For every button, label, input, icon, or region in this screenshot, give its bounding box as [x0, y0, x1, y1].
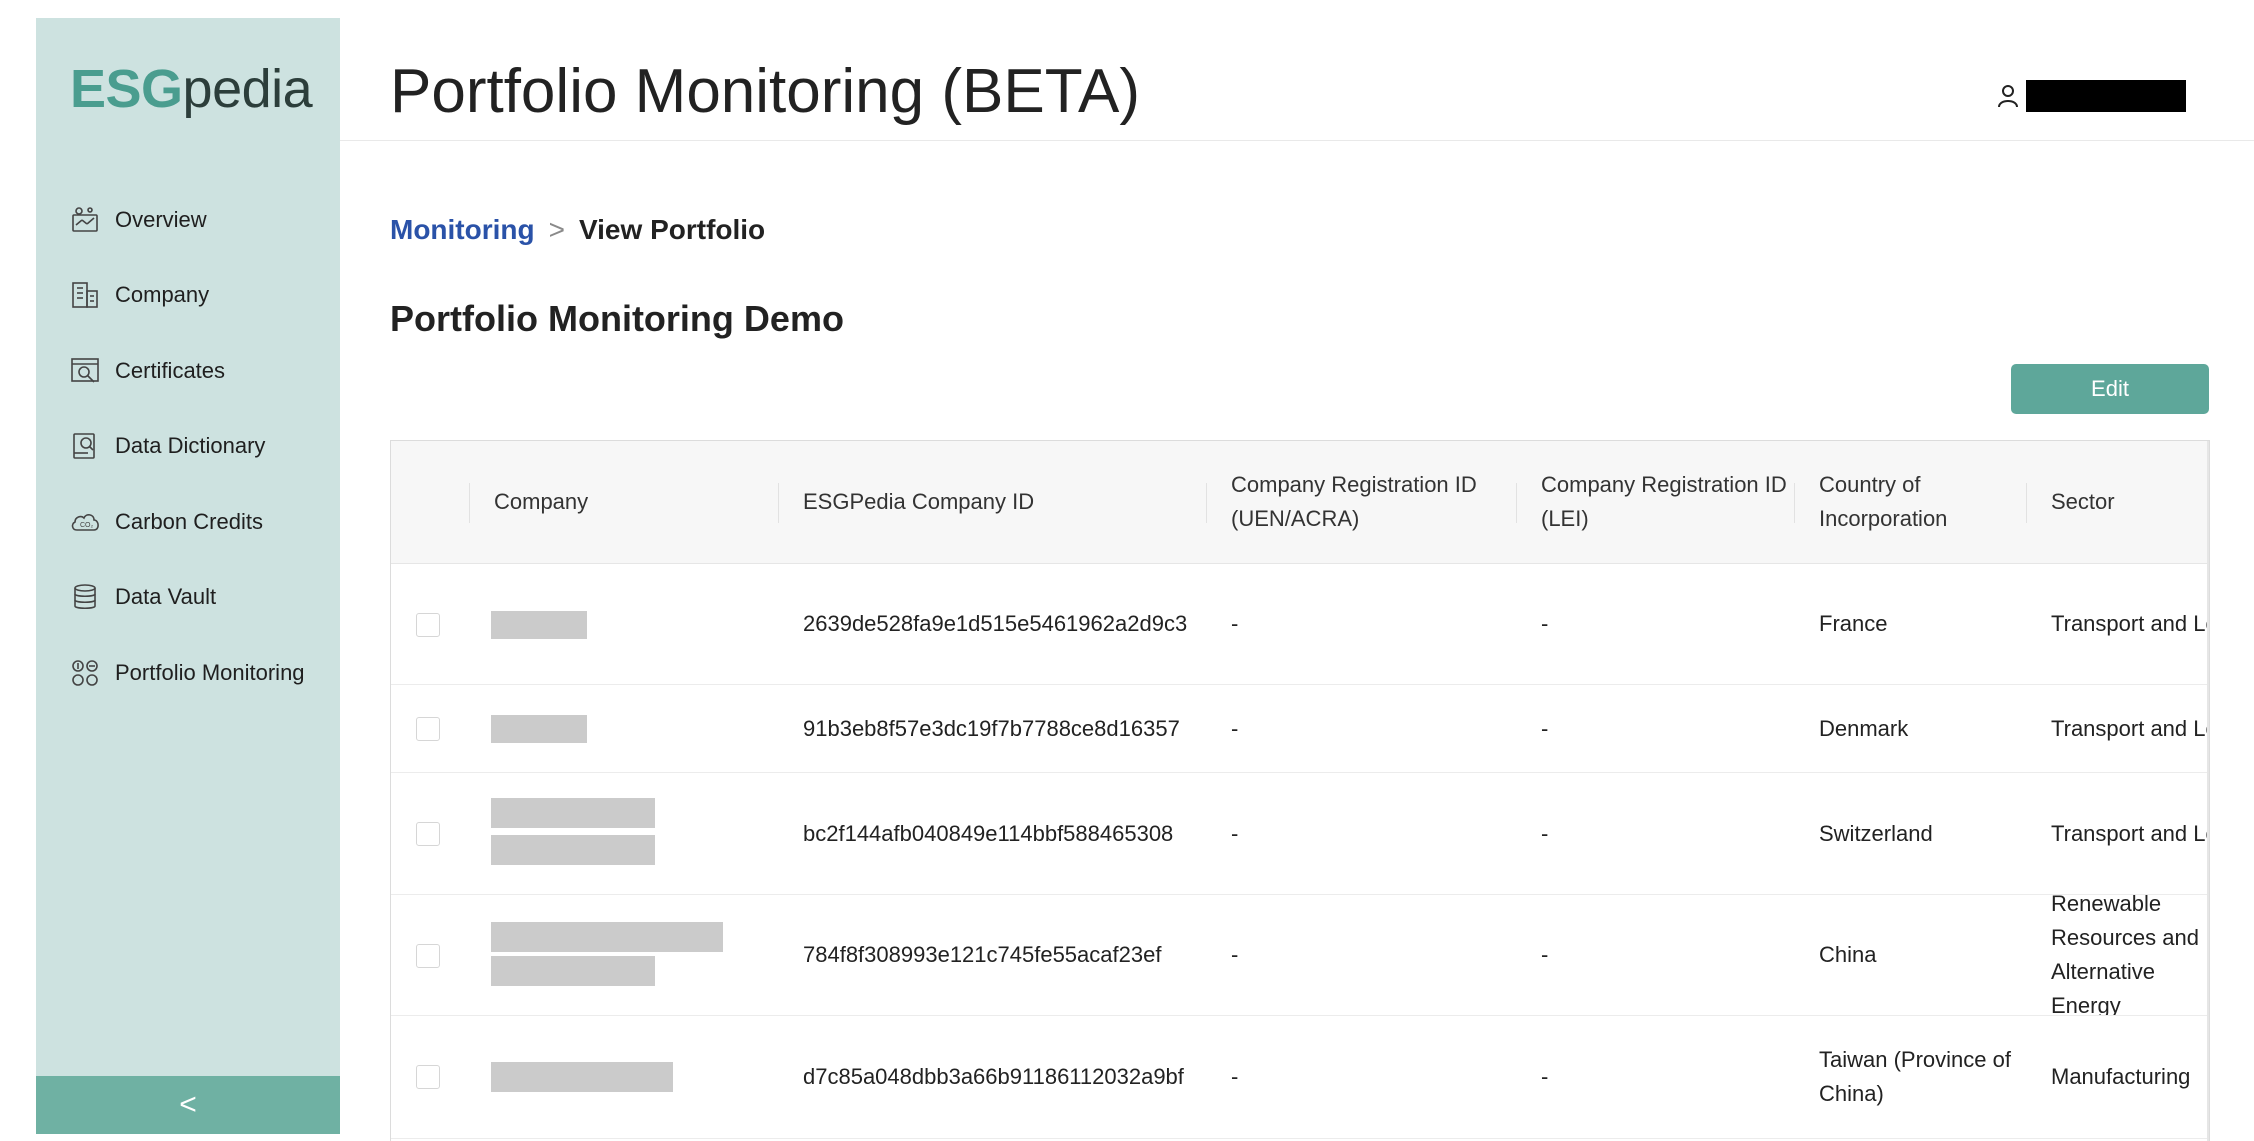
data-dictionary-icon: [68, 429, 102, 463]
carbon-cloud-icon: CO₂: [68, 505, 102, 539]
sidebar-item-overview[interactable]: Overview: [36, 182, 340, 258]
lei-cell: -: [1541, 611, 1549, 636]
sidebar-item-label: Certificates: [115, 357, 226, 383]
uen-cell: -: [1231, 820, 1239, 846]
column-divider: [1794, 483, 1795, 523]
country-cell: Switzerland: [1819, 820, 1933, 846]
column-header-country[interactable]: Country of Incorporation: [1794, 441, 2024, 563]
breadcrumb-separator: >: [548, 214, 565, 245]
breadcrumb-monitoring-link[interactable]: Monitoring: [390, 214, 535, 245]
table-header: Company ESGPedia Company ID Company Regi…: [391, 441, 2209, 564]
user-icon: [1996, 81, 2022, 111]
certificate-icon: [68, 354, 102, 388]
sidebar-item-portfolio-monitoring[interactable]: Portfolio Monitoring: [36, 635, 340, 711]
sector-cell: Renewable Resources and Alternative Ener…: [2051, 895, 2199, 1015]
esgpedia-id-cell: 784f8f308993e121c745fe55acaf23ef: [803, 942, 1162, 967]
table-scroll-edge: [2207, 441, 2209, 1141]
table-row[interactable]: 2639de528fa9e1d515e5461962a2d9c3 - - Fra…: [391, 564, 2209, 685]
row-checkbox[interactable]: [416, 613, 440, 637]
portfolio-table: Company ESGPedia Company ID Company Regi…: [390, 440, 2210, 1141]
lei-cell: -: [1541, 715, 1549, 741]
sector-cell: Transport and Logistics: [2051, 820, 2209, 846]
esgpedia-id-cell: 91b3eb8f57e3dc19f7b7788ce8d16357: [803, 715, 1180, 741]
column-header-sector[interactable]: Sector: [2026, 441, 2209, 563]
portfolio-name: Portfolio Monitoring Demo: [390, 298, 844, 339]
chevron-left-icon: <: [179, 1088, 197, 1121]
redacted-username: [2026, 80, 2186, 112]
table-row[interactable]: bc2f144afb040849e114bbf588465308 - - Swi…: [391, 773, 2209, 895]
sidebar-item-label: Data Vault: [115, 584, 217, 610]
column-divider: [778, 483, 779, 523]
esgpedia-id-cell: bc2f144afb040849e114bbf588465308: [803, 820, 1174, 846]
sidebar-item-company[interactable]: Company: [36, 258, 340, 334]
sidebar-item-label: Portfolio Monitoring: [115, 659, 305, 685]
sidebar-item-data-vault[interactable]: Data Vault: [36, 560, 340, 636]
row-checkbox[interactable]: [416, 1065, 440, 1089]
column-header-lei[interactable]: Company Registration ID (LEI): [1516, 441, 1791, 563]
column-divider: [469, 483, 470, 523]
esgpedia-logo[interactable]: ESGpedia: [70, 58, 313, 120]
sidebar-collapse-button[interactable]: <: [36, 1076, 340, 1134]
sidebar-item-label: Overview: [115, 206, 207, 232]
page-title: Portfolio Monitoring (BETA): [390, 57, 1140, 126]
sidebar-nav: Overview Company Certificates Data Dicti…: [36, 182, 340, 711]
country-cell: France: [1819, 611, 1888, 636]
sidebar-item-label: Company: [115, 282, 210, 308]
country-cell: China: [1819, 942, 1877, 967]
redacted-company-name: [491, 922, 723, 952]
redacted-company-name: [491, 956, 655, 986]
breadcrumb-current: View Portfolio: [578, 214, 766, 245]
lei-cell: -: [1541, 942, 1549, 967]
esgpedia-id-cell: d7c85a048dbb3a66b91186112032a9bf: [803, 1064, 1184, 1089]
esgpedia-id-cell: 2639de528fa9e1d515e5461962a2d9c3: [803, 611, 1188, 636]
row-checkbox[interactable]: [416, 822, 440, 846]
country-cell: Denmark: [1819, 715, 1909, 741]
svg-text:CO₂: CO₂: [80, 522, 94, 529]
table-row[interactable]: 784f8f308993e121c745fe55acaf23ef - - Chi…: [391, 895, 2209, 1016]
redacted-company-name: [491, 798, 655, 828]
uen-cell: -: [1231, 611, 1239, 636]
user-menu[interactable]: [1996, 80, 2186, 112]
overview-icon: [68, 203, 102, 237]
column-divider: [2026, 483, 2027, 523]
uen-cell: -: [1231, 1064, 1239, 1089]
sector-cell: Manufacturing: [2051, 1064, 2191, 1089]
lei-cell: -: [1541, 1064, 1549, 1089]
breadcrumb: Monitoring > View Portfolio: [390, 214, 765, 246]
redacted-company-name: [491, 835, 655, 865]
column-divider: [1516, 483, 1517, 523]
sidebar-item-label: Carbon Credits: [115, 508, 263, 534]
edit-button[interactable]: Edit: [2011, 364, 2209, 414]
table-row[interactable]: 91b3eb8f57e3dc19f7b7788ce8d16357 - - Den…: [391, 685, 2209, 773]
uen-cell: -: [1231, 942, 1239, 967]
column-header-company[interactable]: Company: [469, 441, 794, 563]
row-checkbox[interactable]: [416, 944, 440, 968]
sector-cell: Transport and Logistics: [2051, 611, 2209, 636]
page-header: Portfolio Monitoring (BETA): [340, 18, 2254, 141]
lei-cell: -: [1541, 820, 1549, 846]
country-cell: Taiwan (Province of China): [1819, 1047, 2011, 1106]
sidebar-item-label: Data Dictionary: [115, 433, 266, 459]
column-divider: [1206, 483, 1207, 523]
sidebar: ESGpedia Overview Company Certificates D…: [36, 18, 340, 1134]
column-header-uen[interactable]: Company Registration ID (UEN/ACRA): [1206, 441, 1516, 563]
redacted-company-name: [491, 715, 587, 743]
redacted-company-name: [491, 611, 587, 639]
sidebar-item-certificates[interactable]: Certificates: [36, 333, 340, 409]
building-icon: [68, 278, 102, 312]
column-header-esgpedia-id[interactable]: ESGPedia Company ID: [778, 441, 1213, 563]
row-checkbox[interactable]: [416, 717, 440, 741]
sector-cell: Transport and Logistics: [2051, 715, 2209, 741]
database-icon: [68, 580, 102, 614]
table-row[interactable]: d7c85a048dbb3a66b91186112032a9bf - - Tai…: [391, 1016, 2209, 1139]
uen-cell: -: [1231, 715, 1239, 741]
portfolio-icon: [68, 656, 102, 690]
redacted-company-name: [491, 1062, 673, 1092]
sidebar-item-carbon-credits[interactable]: CO₂ Carbon Credits: [36, 484, 340, 560]
sidebar-item-data-dictionary[interactable]: Data Dictionary: [36, 409, 340, 485]
